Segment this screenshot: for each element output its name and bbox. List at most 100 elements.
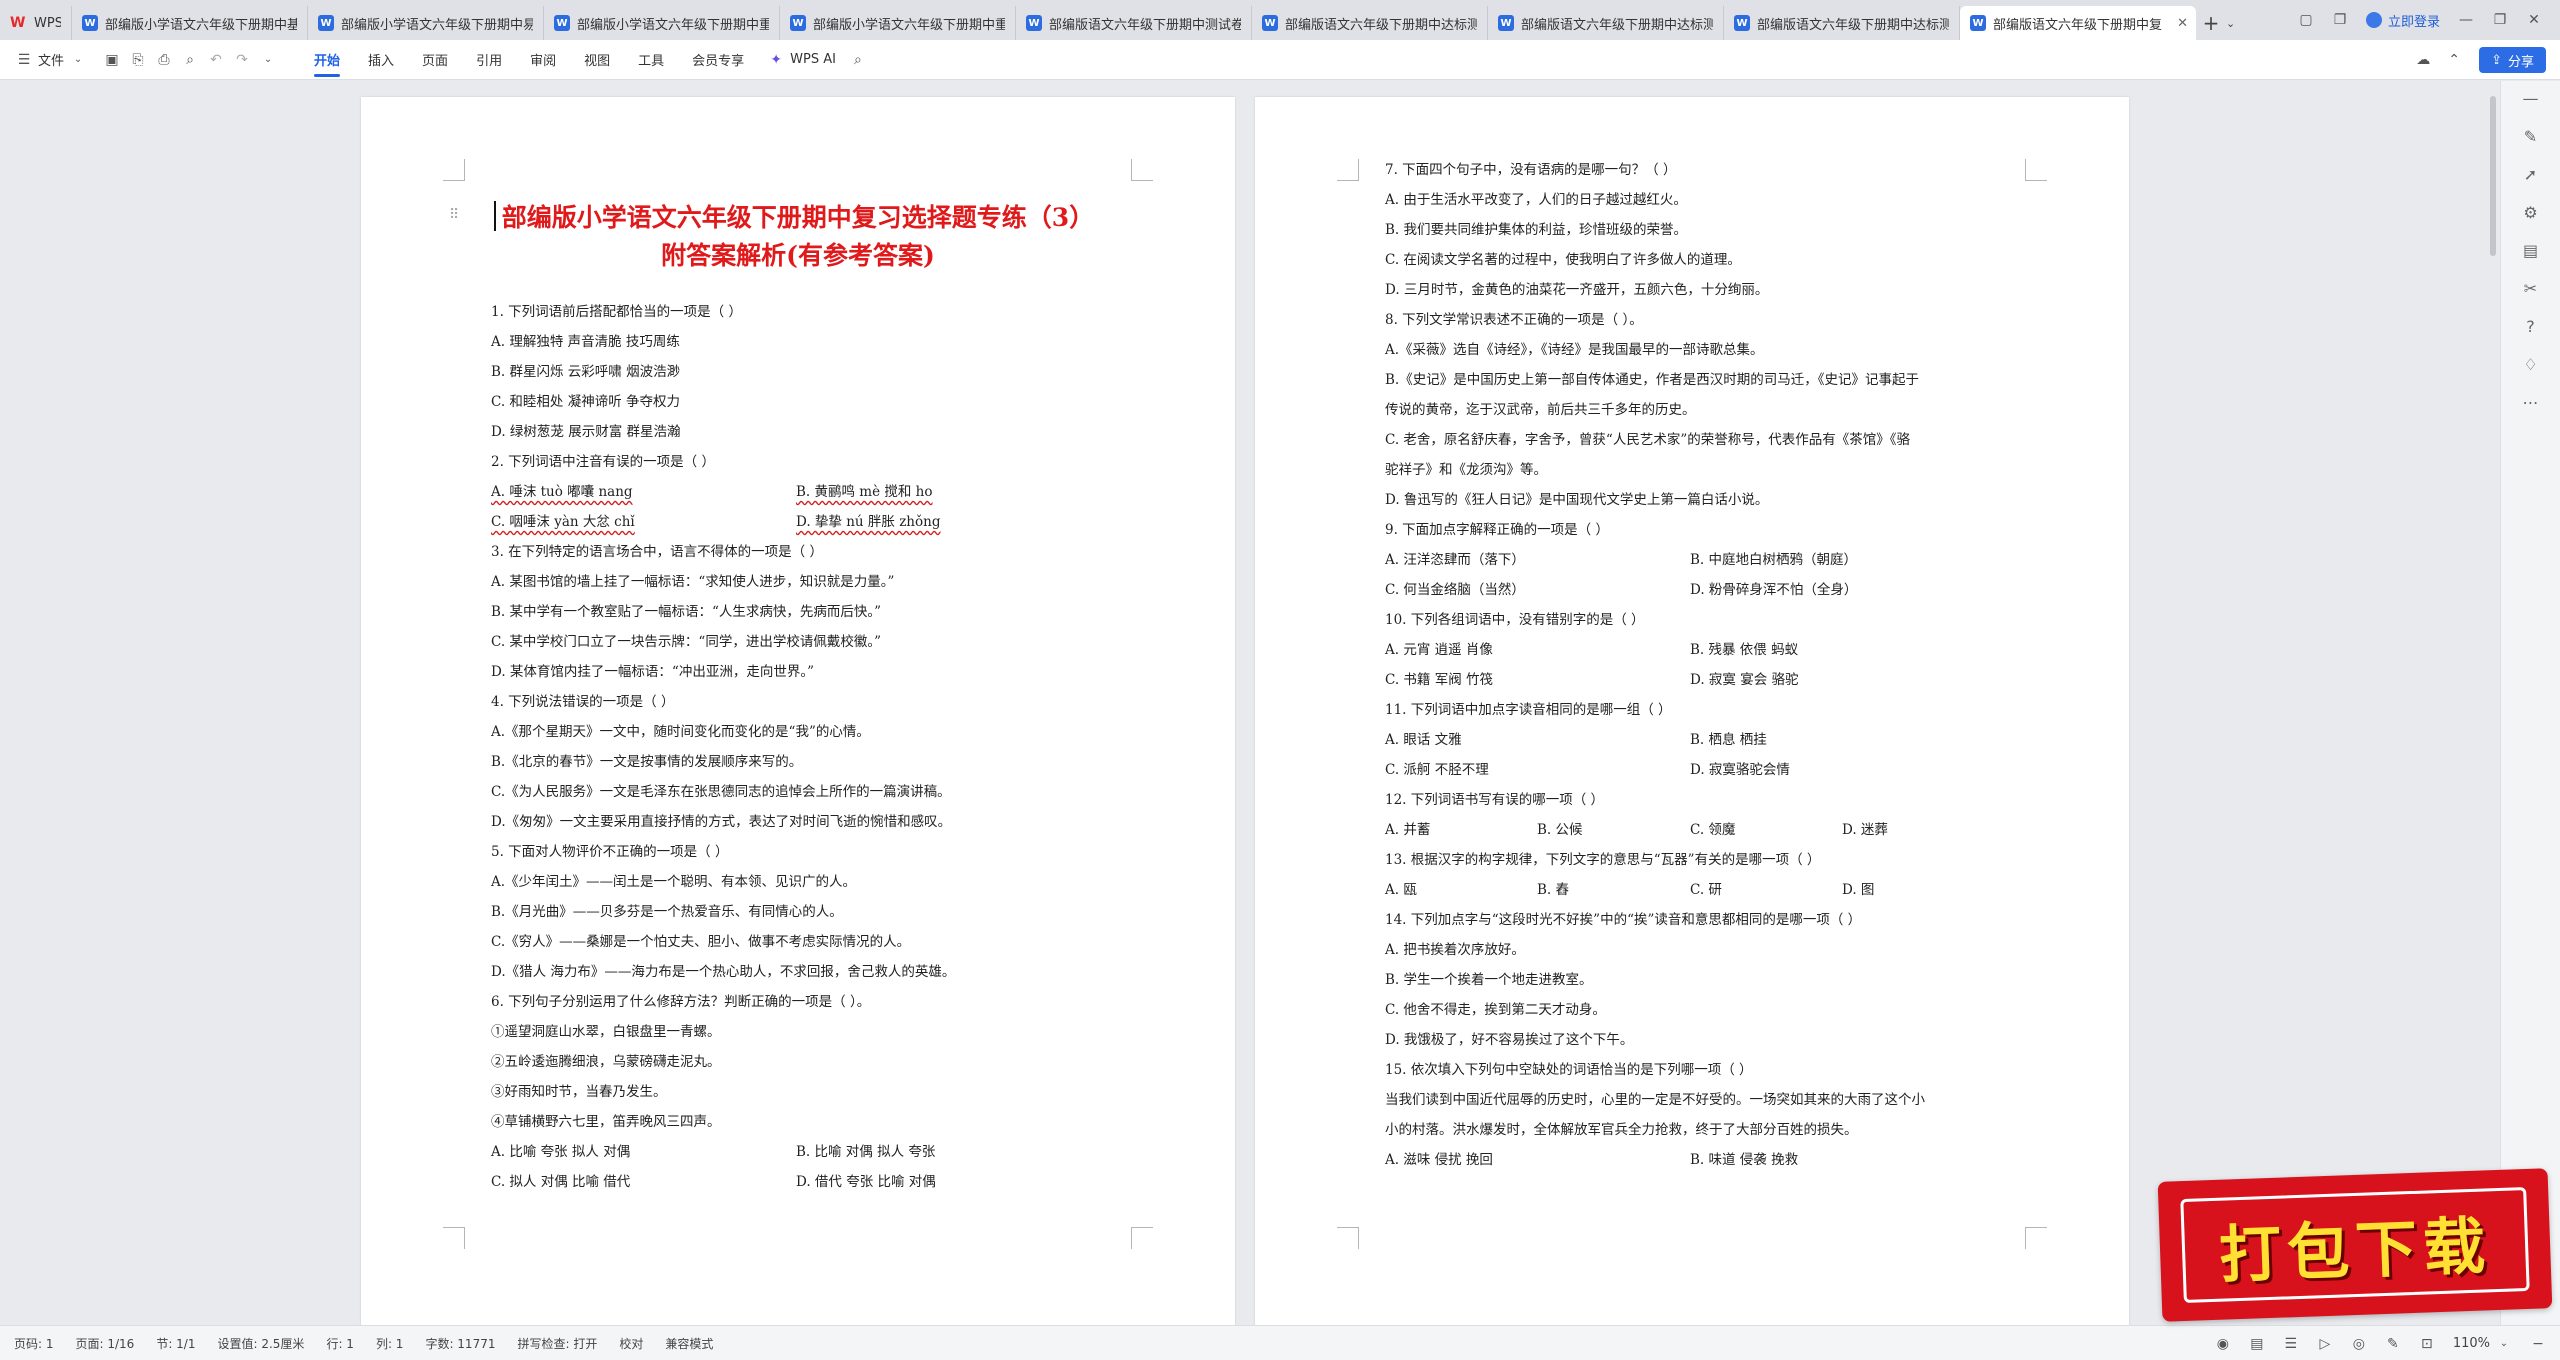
zoom-control[interactable]: 110% ⌄ <box>2453 1336 2512 1352</box>
print-icon[interactable]: ⎙ <box>156 52 172 68</box>
cloud-sync-icon[interactable]: ☁ <box>2416 52 2430 68</box>
tools-icon[interactable]: ✂ <box>2523 281 2539 297</box>
tab-document[interactable]: W 部编版小学语文六年级下册期中重难 <box>780 6 1016 40</box>
tab-reference[interactable]: 引用 <box>476 44 502 75</box>
tab-page[interactable]: 页面 <box>422 44 448 75</box>
tab-label: 部编版语文六年级下册期中达标测试 <box>1757 17 1949 33</box>
save-icon[interactable]: ▣ <box>104 52 120 68</box>
question: 2. 下列词语中注音有误的一项是（ ） <box>491 454 715 470</box>
option-row: A. 并蓄 B. 公候 C. 领魔 D. 迷葬 <box>1385 815 2045 845</box>
option-row: A. 眼话 文雅 B. 栖息 栖挂 <box>1385 725 2045 755</box>
option: C.《穷人》——桑娜是一个怕丈夫、胆小、做事不考虑实际情况的人。 <box>491 934 911 950</box>
zoom-level: 110% <box>2452 1336 2490 1351</box>
tab-document[interactable]: W 部编版小学语文六年级下册期中重难 <box>544 6 780 40</box>
tab-review[interactable]: 审阅 <box>530 44 556 75</box>
option: A.《那个星期天》一文中，随时间变化而变化的是“我”的心情。 <box>491 724 870 740</box>
question: 15. 依次填入下列句中空缺处的词语恰当的是下列哪一项（ ） <box>1385 1062 1753 1078</box>
collapse-icon[interactable]: — <box>2523 91 2539 107</box>
tab-label: 部编版语文六年级下册期中复 <box>1993 17 2163 33</box>
hamburger-icon: ☰ <box>17 51 31 68</box>
select-icon[interactable]: ➚ <box>2523 167 2539 183</box>
tab-list-icon[interactable]: ▢ <box>2298 12 2314 28</box>
chevron-down-icon[interactable]: ⌄ <box>260 52 276 68</box>
web-view-icon[interactable]: ◎ <box>2351 1336 2367 1352</box>
status-right-controls: ◉ ▤ ☰ ▷ ◎ ✎ ⊡ 110% ⌄ − <box>2215 1326 2546 1360</box>
option: C. 派舸 不胫不理 <box>1385 762 1489 778</box>
option: D. 某体育馆内挂了一幅标语：“冲出亚洲，走向世界。” <box>491 664 814 680</box>
image-icon[interactable]: ▤ <box>2523 243 2539 259</box>
status-proof[interactable]: 校对 <box>619 1335 643 1352</box>
vertical-scrollbar[interactable] <box>2490 96 2496 256</box>
question: 4. 下列说法错误的一项是（ ） <box>491 694 675 710</box>
pen-mode-icon[interactable]: ✎ <box>2385 1336 2401 1352</box>
redo-icon[interactable]: ↷ <box>234 52 250 68</box>
restore-icon[interactable]: ❐ <box>2332 12 2348 28</box>
option: D. 寂寞骆驼会情 <box>1690 762 1790 778</box>
tab-document[interactable]: W 部编版小学语文六年级下册期中基础 <box>72 6 308 40</box>
option: C. 在阅读文学名著的过程中，使我明白了许多做人的道理。 <box>1385 252 1741 268</box>
tab-document[interactable]: W 部编版语文六年级下册期中测试卷 <box>1016 6 1252 40</box>
ai-spark-icon: ✦ <box>770 51 782 68</box>
word-doc-icon: W <box>318 15 334 31</box>
tab-active-document[interactable]: W 部编版语文六年级下册期中复 ✕ <box>1960 6 2196 40</box>
undo-icon[interactable]: ↶ <box>208 52 224 68</box>
banner-background: 打包下载 <box>2157 1168 2553 1322</box>
page-title: 部编版小学语文六年级下册期中复习选择题专练（3） <box>501 203 1095 232</box>
fit-icon[interactable]: ⊡ <box>2419 1336 2435 1352</box>
word-doc-icon: W <box>1498 15 1514 31</box>
question: 9. 下面加点字解释正确的一项是（ ） <box>1385 522 1609 538</box>
question: 5. 下面对人物评价不正确的一项是（ ） <box>491 844 729 860</box>
document-page-2[interactable]: 7. 下面四个句子中，没有语病的是哪一句？（ ） A. 由于生活水平改变了，人们… <box>1255 97 2129 1325</box>
option: D. 绿树葱茏 展示财富 群星浩瀚 <box>491 424 681 440</box>
tab-document[interactable]: W 部编版小学语文六年级下册期中易错 <box>308 6 544 40</box>
tab-home-ribbon[interactable]: 开始 <box>314 44 341 77</box>
option: A. 比喻 夸张 拟人 对偶 <box>491 1144 631 1160</box>
print-preview-icon[interactable]: ⌕ <box>182 52 198 68</box>
login-button[interactable]: 立即登录 <box>2365 11 2440 30</box>
chevron-down-icon[interactable]: ⌄ <box>2226 6 2246 40</box>
tab-document[interactable]: W 部编版语文六年级下册期中达标测试 <box>1252 6 1488 40</box>
page-view-icon[interactable]: ▤ <box>2249 1336 2265 1352</box>
option: C. 何当金络脑（当然） <box>1385 582 1525 598</box>
pen-icon[interactable]: ✎ <box>2523 129 2539 145</box>
close-window-icon[interactable]: ✕ <box>2526 12 2542 28</box>
help-icon[interactable]: ? <box>2523 319 2539 335</box>
tab-view[interactable]: 视图 <box>584 44 610 75</box>
new-tab-button[interactable]: + <box>2196 6 2226 40</box>
search-icon[interactable]: ⌕ <box>850 52 866 68</box>
settings-icon[interactable]: ⚙ <box>2523 205 2539 221</box>
maximize-icon[interactable]: ❐ <box>2492 12 2508 28</box>
wps-ai-button[interactable]: ✦ WPS AI <box>768 52 836 68</box>
file-menu-button[interactable]: ☰ 文件 ⌄ <box>16 50 86 70</box>
status-word-count[interactable]: 字数: 11771 <box>425 1335 495 1352</box>
more-icon[interactable]: ⌃ <box>2448 52 2460 68</box>
tab-insert[interactable]: 插入 <box>368 44 394 75</box>
tab-tools[interactable]: 工具 <box>638 44 664 75</box>
avatar <box>2365 12 2382 28</box>
eye-icon[interactable]: ◉ <box>2215 1336 2231 1352</box>
play-icon[interactable]: ▷ <box>2317 1336 2333 1352</box>
option: B.《史记》是中国历史上第一部自传体通史，作者是西汉时期的司马迁，《史记》记事起… <box>1385 372 1919 388</box>
question: 7. 下面四个句子中，没有语病的是哪一句？（ ） <box>1385 162 1677 178</box>
tab-home[interactable]: W WPS <box>0 6 72 40</box>
tab-label: 部编版小学语文六年级下册期中重难 <box>813 17 1005 33</box>
export-icon[interactable]: ⎘ <box>130 52 146 68</box>
download-banner[interactable]: 打包下载 <box>2157 1165 2553 1325</box>
close-icon[interactable]: ✕ <box>2177 16 2188 31</box>
shirt-icon[interactable]: ♢ <box>2523 357 2539 373</box>
minimize-icon[interactable]: — <box>2458 12 2474 28</box>
option: D. 借代 夸张 比喻 对偶 <box>796 1174 936 1190</box>
tab-document[interactable]: W 部编版语文六年级下册期中达标测试 <box>1488 6 1724 40</box>
tab-member[interactable]: 会员专享 <box>692 44 744 75</box>
zoom-out-icon[interactable]: − <box>2530 1336 2546 1352</box>
outline-view-icon[interactable]: ☰ <box>2283 1336 2299 1352</box>
share-button[interactable]: ⇪ 分享 <box>2479 47 2546 73</box>
option-row: A. 唾沫 tuò 嘟囔 nang B. 黄鹂鸣 mè 搅和 ho <box>491 477 1131 507</box>
document-body-left: 1. 下列词语前后搭配都恰当的一项是（ ） A. 理解独特 声音清脆 技巧周练 … <box>491 297 1131 1197</box>
status-spell-check[interactable]: 拼写检查: 打开 <box>517 1335 597 1352</box>
document-page-1[interactable]: ⠿ 部编版小学语文六年级下册期中复习选择题专练（3） 附答案解析(有参考答案) … <box>361 97 1235 1325</box>
tab-document[interactable]: W 部编版语文六年级下册期中达标测试 <box>1724 6 1960 40</box>
chevron-down-icon: ⌄ <box>2499 1337 2509 1349</box>
more-icon[interactable]: ⋯ <box>2523 395 2539 411</box>
status-pages[interactable]: 页面: 1/16 <box>76 1335 135 1352</box>
